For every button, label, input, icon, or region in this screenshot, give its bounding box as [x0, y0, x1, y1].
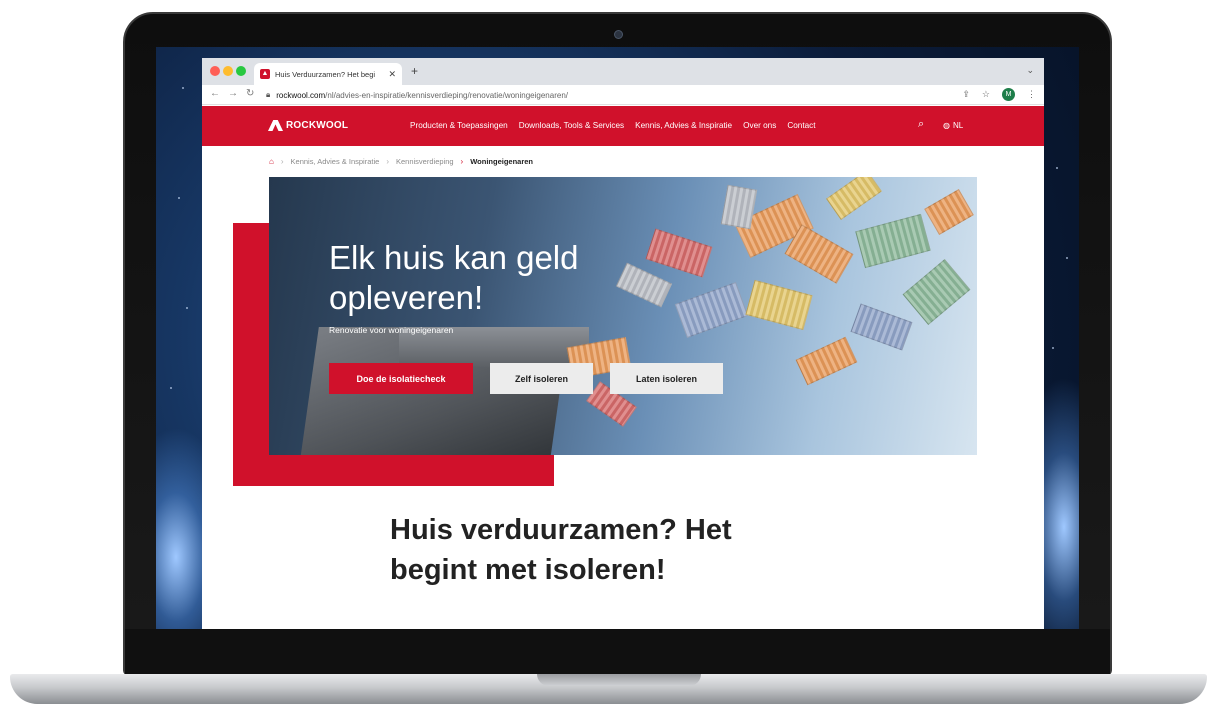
profile-avatar[interactable]: M — [1002, 88, 1015, 101]
close-tab-icon[interactable]: ✕ — [388, 69, 396, 80]
address-bar[interactable]: 🔒︎ rockwool.com/nl/advies-en-inspiratie/… — [266, 87, 946, 103]
section-heading: Huis verduurzamen? Het begint met isolere… — [390, 514, 732, 586]
chevron-right-icon: › — [386, 157, 389, 166]
maximize-window-button[interactable] — [236, 66, 246, 76]
breadcrumb-item-kennisverdieping[interactable]: Kennisverdieping — [396, 157, 454, 166]
banknote-image — [745, 279, 813, 331]
banknote-image — [855, 213, 931, 269]
share-icon[interactable]: ⇪ — [962, 89, 970, 100]
browser-window: ▲ Huis Verduurzamen? Het begi ✕ + ⌄ ← → … — [202, 58, 1044, 629]
nav-over-ons[interactable]: Over ons — [743, 121, 776, 130]
laptop-notch — [537, 674, 701, 686]
breadcrumb-item-kennis[interactable]: Kennis, Advies & Inspiratie — [291, 157, 380, 166]
nav-kennis[interactable]: Kennis, Advies & Inspiratie — [635, 121, 732, 130]
hero-subtitle: Renovatie voor woningeigenaren — [329, 325, 454, 335]
url-text: rockwool.com/nl/advies-en-inspiratie/ken… — [276, 90, 568, 100]
home-icon[interactable]: ⌂ — [269, 157, 274, 166]
nav-contact[interactable]: Contact — [787, 121, 815, 130]
rockwool-favicon-icon: ▲ — [260, 69, 270, 79]
hero-title: Elk huis kan geld opleveren! — [329, 239, 579, 316]
search-icon[interactable]: ⌕ — [918, 118, 924, 131]
language-selector[interactable]: ◍ NL — [943, 121, 963, 130]
rockwool-logo-icon — [268, 120, 283, 131]
banknote-image — [924, 189, 974, 235]
nav-downloads[interactable]: Downloads, Tools & Services — [519, 121, 624, 130]
banknote-image — [674, 281, 749, 339]
camera-icon — [614, 30, 623, 39]
minimize-window-button[interactable] — [223, 66, 233, 76]
main-nav: Producten & Toepassingen Downloads, Tool… — [410, 121, 816, 130]
banknote-image — [784, 224, 854, 284]
chevron-right-icon: › — [280, 157, 284, 166]
breadcrumb-current: Woningeigenaren — [470, 157, 534, 166]
banknote-image — [826, 177, 882, 220]
close-window-button[interactable] — [210, 66, 220, 76]
screen-bezel — [125, 629, 1110, 675]
site-header: ROCKWOOL Producten & Toepassingen Downlo… — [202, 106, 1044, 146]
banknote-image — [902, 259, 971, 325]
isolatiecheck-button[interactable]: Doe de isolatiecheck — [329, 363, 473, 394]
chevron-right-icon: › — [460, 157, 464, 166]
browser-toolbar: ← → ↻ 🔒︎ rockwool.com/nl/advies-en-inspi… — [202, 85, 1044, 105]
star-icon[interactable]: ☆ — [982, 89, 990, 100]
tab-title: Huis Verduurzamen? Het begi — [275, 69, 376, 79]
globe-icon: ◍ — [943, 121, 950, 130]
browser-tab[interactable]: ▲ Huis Verduurzamen? Het begi ✕ — [254, 63, 402, 85]
forward-icon[interactable]: → — [228, 88, 238, 99]
banknote-image — [795, 336, 858, 386]
zelf-isoleren-button[interactable]: Zelf isoleren — [490, 363, 593, 394]
reload-icon[interactable]: ↻ — [246, 88, 254, 99]
breadcrumb: ⌂ › Kennis, Advies & Inspiratie › Kennis… — [269, 157, 533, 166]
lock-icon: 🔒︎ — [266, 90, 271, 99]
tab-bar: ▲ Huis Verduurzamen? Het begi ✕ + ⌄ — [202, 58, 1044, 85]
rockwool-logo[interactable]: ROCKWOOL — [268, 120, 348, 131]
back-icon[interactable]: ← — [210, 88, 220, 99]
new-tab-icon[interactable]: + — [411, 64, 418, 78]
laten-isoleren-button[interactable]: Laten isoleren — [610, 363, 723, 394]
nav-producten[interactable]: Producten & Toepassingen — [410, 121, 508, 130]
menu-icon[interactable]: ⋮ — [1027, 89, 1036, 100]
banknote-image — [850, 303, 913, 351]
language-label: NL — [952, 121, 964, 130]
tab-search-chevron-icon[interactable]: ⌄ — [1026, 65, 1034, 76]
